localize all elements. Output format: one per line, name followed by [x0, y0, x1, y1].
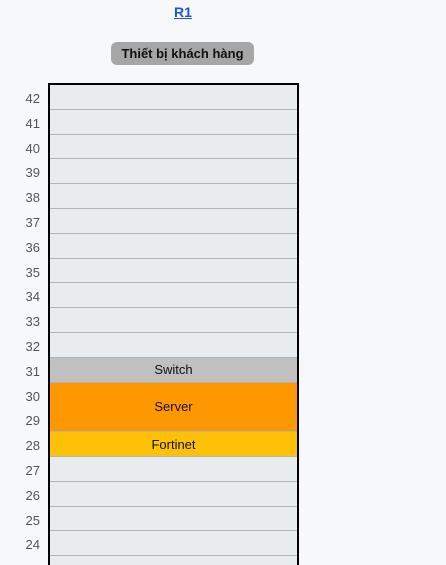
- rack-unit-label: 26: [25, 487, 40, 503]
- rack-unit-label: 35: [25, 264, 40, 280]
- rack-name-link[interactable]: R1: [0, 4, 366, 20]
- rack-slot-32[interactable]: [50, 333, 297, 358]
- rack-unit-label: 31: [25, 363, 40, 379]
- device-label: Server: [154, 399, 193, 415]
- rack-unit-label: 25: [25, 512, 40, 528]
- device-server[interactable]: Server: [50, 382, 297, 433]
- rack-slot-36[interactable]: [50, 233, 297, 259]
- rack-slot-35[interactable]: [50, 258, 297, 284]
- rack-slot-38[interactable]: [50, 184, 297, 209]
- rack-slot-42[interactable]: [50, 85, 297, 110]
- rack-slot-24[interactable]: [50, 531, 297, 557]
- rack-unit-label: 30: [25, 388, 40, 404]
- rack-unit-label: 39: [25, 165, 40, 181]
- rack-unit-label: 29: [25, 413, 40, 429]
- rack-slot-27[interactable]: [50, 457, 297, 482]
- device-label: Switch: [154, 362, 193, 378]
- rack-unit-label: 40: [25, 140, 40, 156]
- customer-equipment-badge: Thiết bị khách hàng: [111, 42, 254, 65]
- rack-slot-25[interactable]: [50, 506, 297, 532]
- rack-slot-33[interactable]: [50, 308, 297, 333]
- rack-unit-label: 34: [25, 289, 40, 305]
- rack-unit-label: 36: [25, 239, 40, 255]
- rack-unit-label: 24: [25, 537, 40, 553]
- rack-unit-label: 41: [25, 115, 40, 131]
- rack-frame: Switch Server Fortinet: [48, 83, 299, 565]
- rack-slot-41[interactable]: [50, 109, 297, 135]
- rack-slot-39[interactable]: [50, 159, 297, 185]
- device-switch[interactable]: Switch: [50, 357, 297, 383]
- rack-slot-40[interactable]: [50, 134, 297, 160]
- rack-slot-37[interactable]: [50, 209, 297, 234]
- device-label: Fortinet: [151, 436, 196, 452]
- device-fortinet[interactable]: Fortinet: [50, 432, 297, 457]
- rack-unit-label: 33: [25, 314, 40, 330]
- rack-unit-label: 27: [25, 463, 40, 478]
- rack-slot-26[interactable]: [50, 481, 297, 507]
- rack-unit-label: 38: [25, 190, 40, 206]
- rack-unit-label: 37: [25, 215, 40, 230]
- rack-unit-label: 28: [25, 438, 40, 454]
- rack-slot-34[interactable]: [50, 283, 297, 309]
- rack-unit-label: 32: [25, 339, 40, 354]
- rack-unit-label: 42: [25, 91, 40, 106]
